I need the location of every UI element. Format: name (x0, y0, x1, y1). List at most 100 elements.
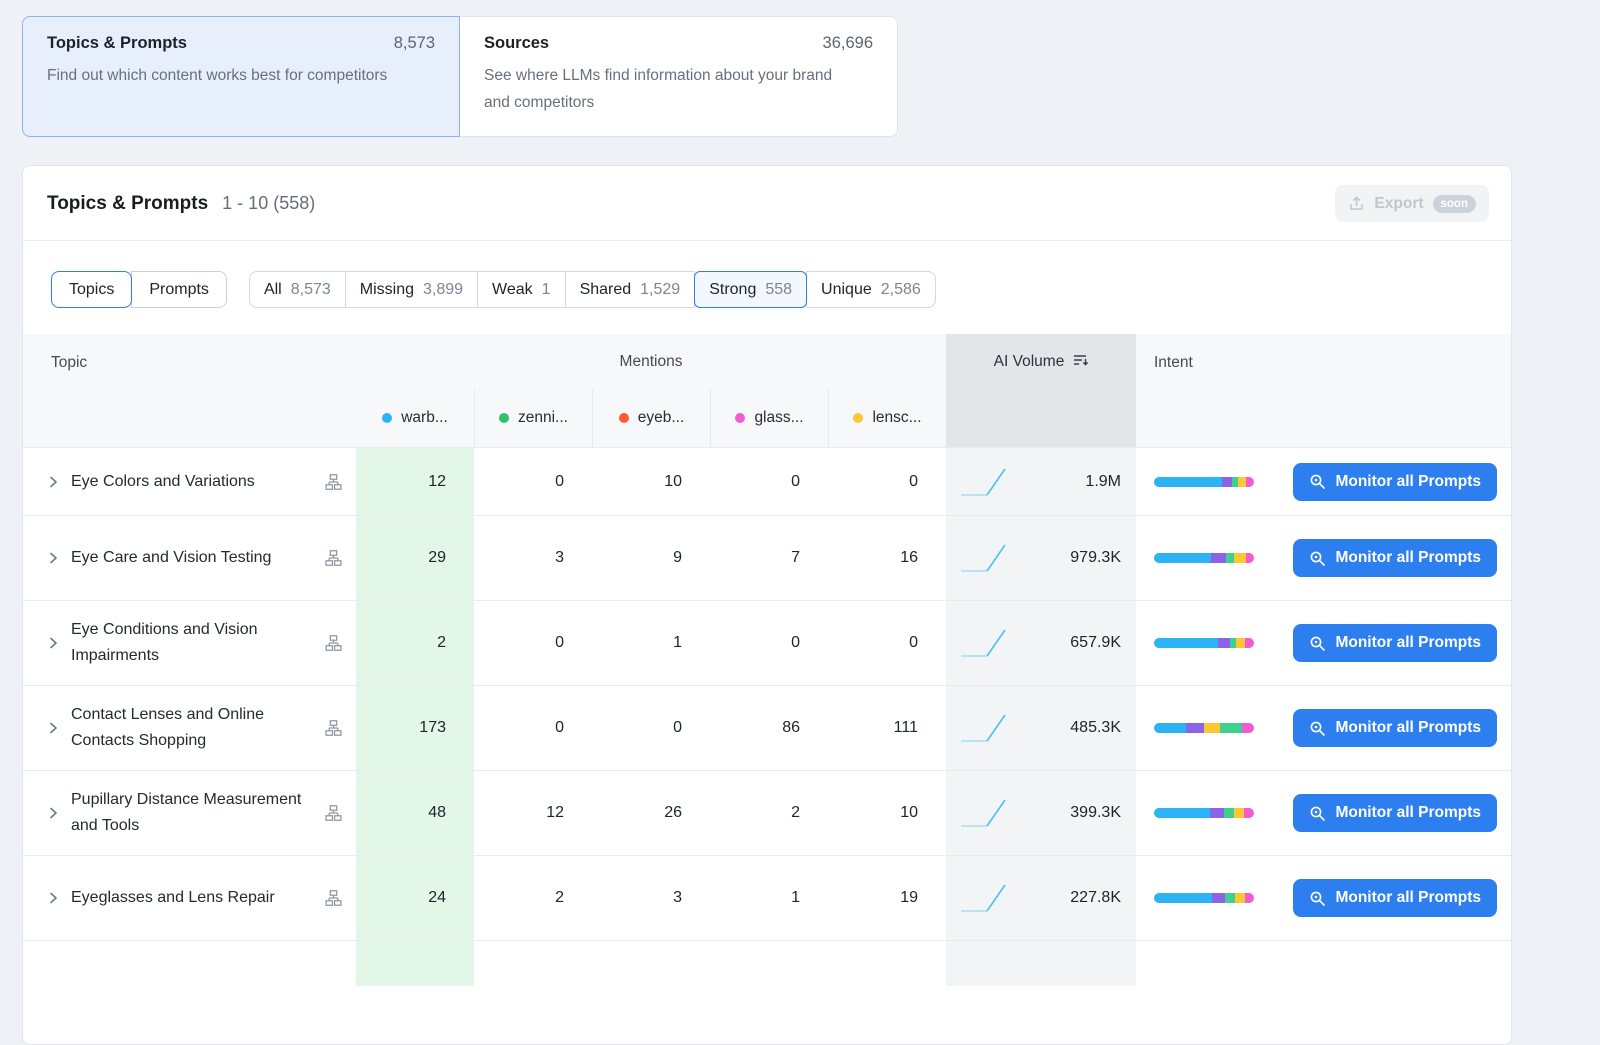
trend-sparkline (958, 709, 1014, 747)
magnifier-icon (1309, 473, 1326, 490)
ai-volume-value: 979.3K (1070, 549, 1121, 567)
topic-cell: Contact Lenses and Online Contacts Shopp… (23, 686, 356, 770)
competitor-header-eyeb: eyeb... (592, 389, 710, 447)
topic-name[interactable]: Pupillary Distance Measurement and Tools (71, 787, 308, 839)
filter-missing-count: 3,899 (423, 281, 463, 299)
competitor-dot (382, 413, 392, 423)
topic-hierarchy-icon[interactable] (325, 635, 342, 652)
intent-segment (1234, 808, 1244, 818)
tab-topics-description: Find out which content works best for co… (47, 62, 419, 89)
topic-hierarchy-icon[interactable] (325, 805, 342, 822)
intent-segment (1218, 638, 1230, 648)
mention-value-glass: 7 (710, 516, 828, 600)
ai-volume-label: AI Volume (994, 353, 1065, 371)
tab-sources[interactable]: Sources 36,696 See where LLMs find infor… (460, 16, 898, 137)
expand-chevron-icon[interactable] (45, 805, 61, 821)
intent-segment (1211, 553, 1226, 563)
trend-sparkline (958, 879, 1014, 917)
filter-shared-count: 1,529 (640, 281, 680, 299)
trend-sparkline (958, 794, 1014, 832)
result-range: 1 - 10 (558) (222, 193, 315, 214)
table-row: Pupillary Distance Measurement and Tools… (23, 770, 1511, 855)
competitor-header-glass: glass... (710, 389, 828, 447)
intent-segment (1154, 723, 1186, 733)
intent-segment (1246, 477, 1254, 487)
competitor-dot (853, 413, 863, 423)
tab-sources-title: Sources (484, 34, 549, 53)
column-header-ai-volume[interactable]: AI Volume (946, 334, 1136, 447)
filter-unique-count: 2,586 (881, 281, 921, 299)
toggle-topics[interactable]: Topics (51, 271, 132, 308)
mention-value-lensc: 10 (828, 771, 946, 855)
expand-chevron-icon[interactable] (45, 720, 61, 736)
toggle-prompts[interactable]: Prompts (131, 271, 227, 308)
ai-volume-value: 657.9K (1070, 634, 1121, 652)
topic-name[interactable]: Eye Care and Vision Testing (71, 545, 271, 571)
filter-missing[interactable]: Missing 3,899 (345, 271, 478, 308)
mention-value-lensc: 19 (828, 856, 946, 940)
filter-weak[interactable]: Weak 1 (477, 271, 566, 308)
competitor-dot (735, 413, 745, 423)
topic-name[interactable]: Eye Conditions and Vision Impairments (71, 617, 308, 669)
column-header-mentions: Mentions (356, 334, 946, 389)
intent-segment (1244, 808, 1254, 818)
intent-bar (1154, 553, 1254, 563)
expand-chevron-icon[interactable] (45, 890, 61, 906)
mention-value-eyeb: 1 (592, 601, 710, 685)
ai-volume-cell: 485.3K (946, 686, 1136, 770)
filter-missing-label: Missing (360, 281, 414, 299)
filter-strong-count: 558 (765, 281, 792, 299)
competitor-label: lensc... (872, 409, 921, 427)
topic-cell: Eye Colors and Variations (23, 448, 356, 515)
table-row: Eye Care and Vision Testing 29 3 9 7 16 … (23, 515, 1511, 600)
mention-value-zenni: 0 (474, 601, 592, 685)
monitor-all-prompts-button[interactable]: Monitor all Prompts (1293, 709, 1497, 747)
expand-chevron-icon[interactable] (45, 550, 61, 566)
topic-hierarchy-icon[interactable] (325, 473, 342, 490)
intent-cell: Monitor all Prompts (1136, 448, 1511, 515)
intent-bar (1154, 477, 1254, 487)
ai-volume-value: 227.8K (1070, 889, 1121, 907)
monitor-all-prompts-button[interactable]: Monitor all Prompts (1293, 463, 1497, 501)
intent-segment (1236, 638, 1245, 648)
export-button[interactable]: Export soon (1335, 185, 1489, 222)
topic-hierarchy-icon[interactable] (325, 720, 342, 737)
topic-cell: Eye Conditions and Vision Impairments (23, 601, 356, 685)
topic-name[interactable]: Contact Lenses and Online Contacts Shopp… (71, 702, 308, 754)
filter-all[interactable]: All 8,573 (249, 271, 346, 308)
intent-cell: Monitor all Prompts (1136, 601, 1511, 685)
topic-hierarchy-icon[interactable] (325, 890, 342, 907)
mention-value-warby: 29 (356, 516, 474, 600)
topic-name[interactable]: Eyeglasses and Lens Repair (71, 885, 275, 911)
mention-value-zenni: 0 (474, 686, 592, 770)
monitor-all-prompts-button[interactable]: Monitor all Prompts (1293, 624, 1497, 662)
ai-volume-cell: 979.3K (946, 516, 1136, 600)
topic-name[interactable]: Eye Colors and Variations (71, 469, 255, 495)
topic-cell: Eyeglasses and Lens Repair (23, 856, 356, 940)
mention-value-warby: 24 (356, 856, 474, 940)
monitor-all-prompts-button[interactable]: Monitor all Prompts (1293, 879, 1497, 917)
filter-strong[interactable]: Strong 558 (694, 271, 807, 308)
topics-prompts-panel: Topics & Prompts 1 - 10 (558) Export soo… (22, 165, 1512, 1045)
competitor-header-zenni: zenni... (474, 389, 592, 447)
filter-shared[interactable]: Shared 1,529 (565, 271, 696, 308)
column-header-intent: Intent (1136, 334, 1511, 447)
ai-volume-value: 485.3K (1070, 719, 1121, 737)
tab-topics-prompts[interactable]: Topics & Prompts 8,573 Find out which co… (22, 16, 460, 137)
mention-value-glass: 0 (710, 601, 828, 685)
intent-bar (1154, 808, 1254, 818)
tab-topics-title: Topics & Prompts (47, 34, 187, 53)
mention-value-eyeb: 9 (592, 516, 710, 600)
expand-chevron-icon[interactable] (45, 474, 61, 490)
monitor-all-prompts-button[interactable]: Monitor all Prompts (1293, 539, 1497, 577)
topic-hierarchy-icon[interactable] (325, 550, 342, 567)
intent-segment (1226, 553, 1234, 563)
column-header-topic: Topic (23, 334, 356, 447)
ai-volume-value: 1.9M (1085, 473, 1121, 491)
filter-unique[interactable]: Unique 2,586 (806, 271, 936, 308)
table-row: Contact Lenses and Online Contacts Shopp… (23, 685, 1511, 770)
intent-segment (1220, 723, 1242, 733)
expand-chevron-icon[interactable] (45, 635, 61, 651)
monitor-all-prompts-button[interactable]: Monitor all Prompts (1293, 794, 1497, 832)
intent-segment (1154, 638, 1218, 648)
